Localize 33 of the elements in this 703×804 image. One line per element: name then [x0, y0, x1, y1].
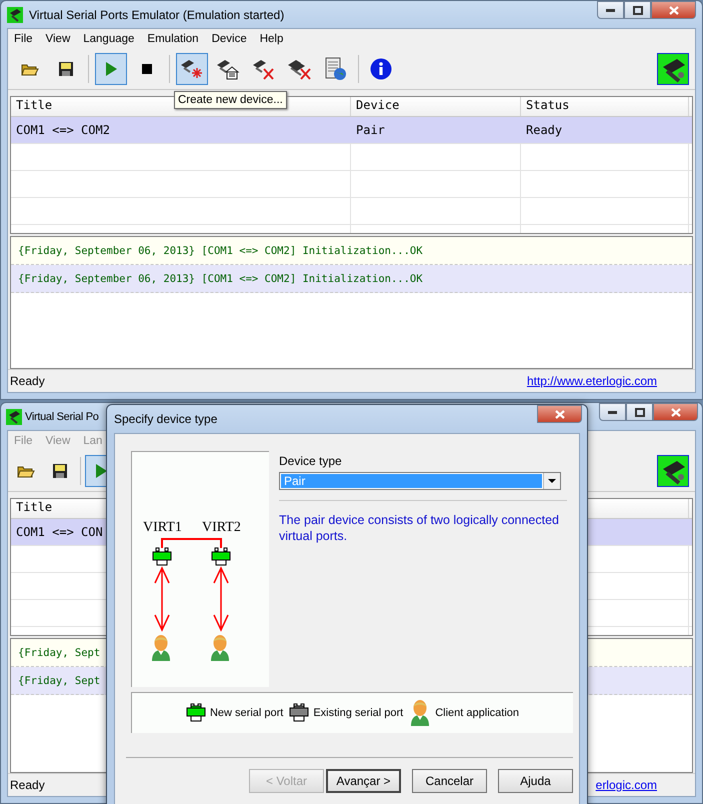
table-cell: COM1 <=> COM2: [16, 123, 110, 137]
field-label: Device type: [279, 454, 343, 468]
legend-label: New serial port: [210, 707, 284, 719]
dialog-button[interactable]: Ajuda: [498, 769, 573, 793]
status-text: Ready: [10, 374, 45, 388]
legend-label: Client application: [435, 707, 519, 719]
menu-item[interactable]: Device: [208, 33, 251, 45]
log-entry[interactable]: {Friday, September 06, 2013} [COM1 <=> COM2] Initialization...OK: [11, 265, 692, 293]
column-header[interactable]: Device: [351, 97, 521, 116]
website-link[interactable]: http://www.eterlogic.com: [526, 374, 657, 388]
status-text: Ready: [10, 778, 45, 792]
table-row[interactable]: COM1 <=> COM2 Pair Ready: [11, 117, 692, 144]
website-link[interactable]: erlogic.com: [596, 778, 657, 792]
legend-label: Existing serial port: [313, 707, 404, 719]
log-entry[interactable]: {Friday, September 06, 2013} [COM1 <=> COM2] Initialization...OK: [11, 237, 692, 265]
menu-item[interactable]: Help: [256, 33, 288, 45]
window-title: Virtual Serial Ports Emulator (Emulation started): [29, 8, 284, 22]
window-title: Virtual Serial Po: [25, 410, 99, 422]
tooltip: Create new device...: [174, 91, 287, 109]
column-header[interactable]: Status: [521, 97, 689, 116]
table-cell: COM1 <=> CON: [16, 525, 103, 539]
dialog-button[interactable]: Avançar >: [326, 769, 401, 793]
menu-item[interactable]: View: [42, 33, 74, 45]
device-description: The pair device consists of two logically connected virtual ports.: [279, 512, 560, 544]
port-label: VIRT2: [202, 520, 241, 535]
table-cell: Ready: [526, 123, 562, 137]
menu-item[interactable]: File: [10, 33, 37, 45]
menu-item[interactable]: Language: [79, 33, 138, 45]
dialog-title: Specify device type: [114, 412, 218, 426]
menu-item[interactable]: Emulation: [143, 33, 203, 45]
dialog-button[interactable]: Cancelar: [412, 769, 487, 793]
table-cell: Pair: [356, 123, 385, 137]
port-label: VIRT1: [143, 520, 182, 535]
